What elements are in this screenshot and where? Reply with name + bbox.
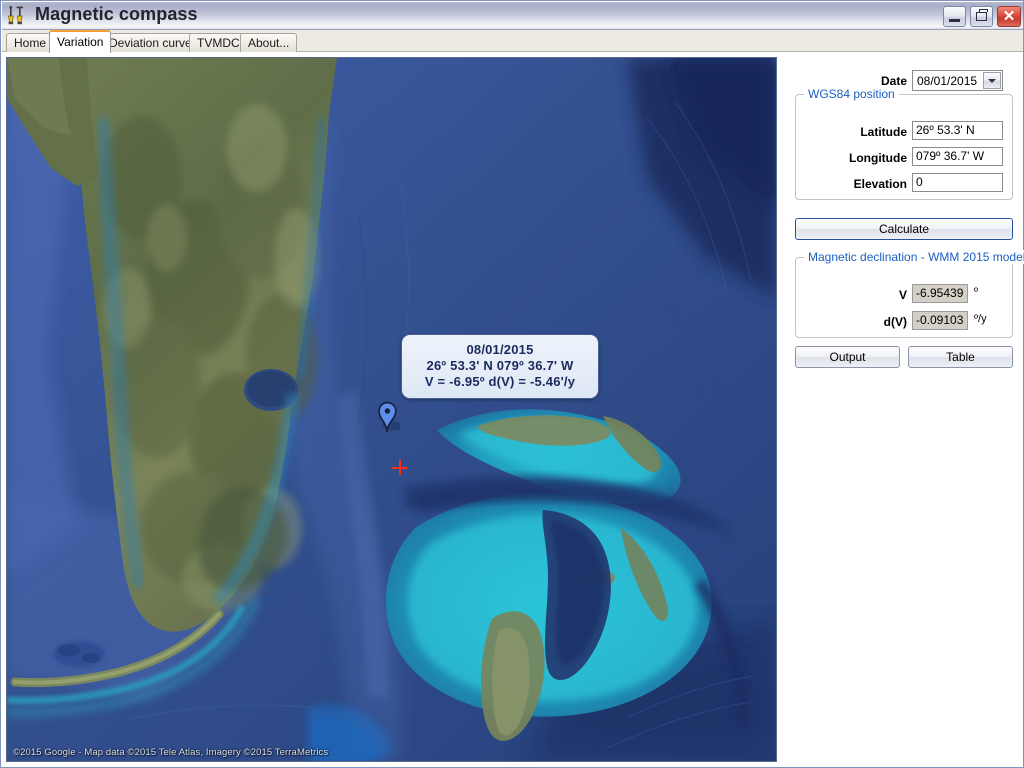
longitude-input[interactable]: 079º 36.7' W [912, 147, 1003, 166]
map-attribution: ©2015 Google - Map data ©2015 Tele Atlas… [13, 747, 329, 758]
chevron-down-icon[interactable] [983, 72, 1001, 89]
v-value: -6.95439 [912, 284, 968, 303]
restore-icon [976, 9, 988, 21]
callout-position: 26º 53.3' N 079º 36.7' W [426, 358, 574, 373]
compass-icon [8, 6, 30, 26]
elevation-input[interactable]: 0 [912, 173, 1003, 192]
latitude-label: Latitude [860, 125, 907, 139]
declination-group-title: Magnetic declination - WMM 2015 model [804, 250, 1024, 264]
map-callout: 08/01/2015 26º 53.3' N 079º 36.7' W V = … [401, 334, 599, 399]
date-input[interactable]: 08/01/2015 [912, 70, 1003, 91]
close-button[interactable]: ✕ [997, 6, 1021, 27]
output-button[interactable]: Output [795, 346, 900, 368]
map-pin-icon [376, 399, 404, 433]
v-label: V [898, 288, 907, 302]
date-label: Date [880, 74, 907, 88]
dv-label: d(V) [883, 315, 907, 329]
settings-panel: Date 08/01/2015 WGS84 position Latitude … [785, 52, 1024, 767]
minimize-button[interactable] [943, 6, 966, 27]
content-area: 08/01/2015 26º 53.3' N 079º 36.7' W V = … [2, 52, 1024, 767]
tab-home[interactable]: Home [6, 33, 55, 52]
table-button[interactable]: Table [908, 346, 1013, 368]
date-value: 08/01/2015 [917, 74, 978, 88]
v-unit: º [974, 286, 979, 298]
latitude-input[interactable]: 26º 53.3' N [912, 121, 1003, 140]
tab-about[interactable]: About... [240, 33, 298, 52]
crosshair-icon [392, 460, 407, 475]
title-bar: Magnetic compass ✕ [2, 2, 1023, 30]
minimize-icon [949, 19, 960, 22]
tab-strip: Home Variation Deviation curve TVMDC Abo… [2, 30, 1023, 53]
calculate-button[interactable]: Calculate [795, 218, 1013, 240]
wgs84-group-title: WGS84 position [804, 87, 899, 101]
restore-button[interactable] [970, 6, 993, 27]
map-view[interactable]: 08/01/2015 26º 53.3' N 079º 36.7' W V = … [6, 57, 777, 762]
dv-unit: º/y [974, 313, 987, 325]
window-title: Magnetic compass [35, 4, 198, 24]
callout-values: V = -6.95º d(V) = -5.46'/y [424, 374, 576, 389]
elevation-label: Elevation [853, 177, 907, 191]
tab-deviation-curve[interactable]: Deviation curve [101, 33, 200, 52]
callout-date: 08/01/2015 [466, 342, 534, 357]
tab-tvmdc[interactable]: TVMDC [189, 33, 248, 52]
longitude-label: Longitude [849, 151, 907, 165]
tab-variation[interactable]: Variation [49, 30, 112, 53]
close-icon: ✕ [1002, 8, 1016, 25]
dv-value: -0.09103 [912, 311, 968, 330]
application-window: Magnetic compass ✕ Home Variation Deviat… [0, 0, 1024, 768]
